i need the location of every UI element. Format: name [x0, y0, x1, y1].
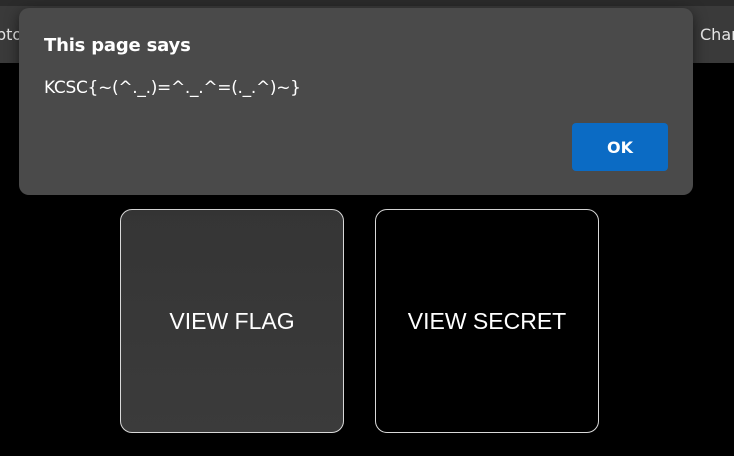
dialog-title: This page says — [44, 35, 191, 56]
view-secret-label: VIEW SECRET — [407, 307, 567, 334]
alert-dialog: This page says KCSC{~(^._.)=^._.^=(._.^)… — [19, 8, 693, 195]
view-flag-label: VIEW FLAG — [169, 307, 295, 334]
view-flag-button[interactable]: VIEW FLAG — [120, 209, 344, 433]
ok-button-label: OK — [607, 137, 633, 157]
view-secret-button[interactable]: VIEW SECRET — [375, 209, 599, 433]
tab-fragment-right[interactable]: Char — [700, 25, 734, 44]
ok-button[interactable]: OK — [572, 123, 668, 171]
dialog-message: KCSC{~(^._.)=^._.^=(._.^)~} — [44, 78, 301, 98]
